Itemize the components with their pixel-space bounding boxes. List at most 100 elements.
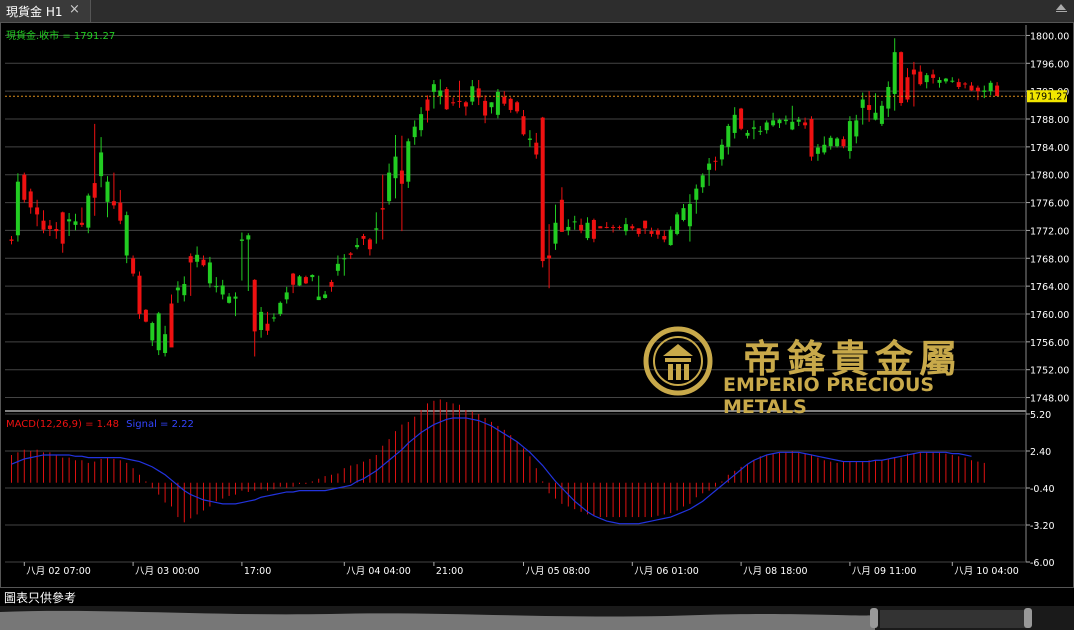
- candle-body: [60, 212, 65, 244]
- candle: [355, 238, 360, 250]
- price-tick-label: 1776.00: [1030, 199, 1069, 210]
- signal-label: Signal = 2.22: [126, 419, 194, 430]
- candles: [9, 38, 1000, 357]
- candle-body: [790, 121, 795, 130]
- candle: [918, 65, 923, 86]
- candle-body: [207, 262, 212, 284]
- candle: [828, 135, 833, 150]
- candle: [175, 281, 180, 303]
- candle-body: [67, 219, 72, 222]
- candle: [431, 80, 436, 109]
- candle: [860, 92, 865, 125]
- candle-body: [719, 144, 724, 160]
- candle-body: [911, 69, 916, 75]
- candle-body: [643, 220, 648, 229]
- candle-body: [111, 201, 116, 206]
- candle-body: [380, 208, 385, 210]
- candle: [86, 193, 91, 234]
- macd-tick-label: 2.40: [1030, 447, 1051, 458]
- candle: [643, 220, 648, 234]
- candle-body: [387, 172, 392, 202]
- candle: [764, 120, 769, 134]
- candle-body: [470, 86, 475, 102]
- candle-body: [847, 121, 852, 152]
- candle: [169, 294, 174, 348]
- candle-body: [534, 142, 539, 155]
- candle-body: [291, 273, 296, 285]
- candle-body: [156, 313, 161, 351]
- candle: [35, 199, 40, 227]
- candle-body: [892, 52, 897, 94]
- candle-body: [329, 281, 334, 287]
- candle: [92, 123, 97, 216]
- candle-body: [86, 195, 91, 228]
- candle-body: [854, 120, 859, 137]
- candle: [79, 207, 84, 227]
- candle-body: [963, 83, 968, 85]
- time-axis: 八月 02 07:00 八月 03 00:00 17:00 八月 04 04:00 21…: [23, 562, 1019, 577]
- candle-body: [444, 89, 449, 110]
- candle: [143, 309, 148, 323]
- candle: [252, 279, 257, 357]
- time-tick-label: 八月 10 04:00: [954, 566, 1019, 577]
- candle-body: [489, 102, 494, 108]
- candle: [899, 51, 904, 106]
- candle: [508, 97, 513, 113]
- candle-body: [758, 130, 763, 132]
- candle: [163, 325, 168, 357]
- candle: [559, 187, 564, 232]
- chart-scrollbar[interactable]: [0, 606, 1074, 630]
- candle: [732, 107, 737, 139]
- candle: [111, 172, 116, 209]
- candle-body: [79, 222, 84, 225]
- candle-body: [860, 99, 865, 108]
- candle-body: [425, 99, 430, 111]
- candle-body: [355, 245, 360, 248]
- candle-body: [687, 203, 692, 227]
- candle-body: [143, 309, 148, 322]
- candle: [636, 228, 641, 237]
- candle: [15, 173, 20, 242]
- candle-body: [502, 96, 507, 104]
- close-icon[interactable]: ×: [69, 2, 80, 17]
- candle: [963, 82, 968, 89]
- macd-tick-label: -6.00: [1030, 558, 1055, 569]
- macd-label: MACD(12,26,9) = 1.48: [6, 419, 119, 430]
- candle-body: [188, 256, 193, 263]
- candle: [67, 213, 72, 236]
- candle-body: [220, 285, 225, 295]
- candle-body: [924, 75, 929, 83]
- candle: [476, 80, 481, 106]
- candle: [630, 224, 635, 231]
- candle: [361, 233, 366, 246]
- candle: [374, 212, 379, 244]
- candle-body: [521, 116, 526, 135]
- price-tick-label: 1796.00: [1030, 59, 1069, 70]
- candle-body: [527, 138, 532, 140]
- candle: [124, 211, 129, 264]
- price-tick-label: 1756.00: [1030, 338, 1069, 349]
- scrollbar-left-handle[interactable]: [870, 608, 878, 628]
- candle: [790, 105, 795, 131]
- candle-body: [451, 102, 456, 104]
- candle-body: [623, 224, 628, 232]
- candle-body: [988, 82, 993, 92]
- price-chart[interactable]: 1800.001796.001792.001788.001784.001780.…: [0, 22, 1074, 588]
- candle: [412, 120, 417, 145]
- candle-body: [265, 323, 270, 331]
- candle-body: [559, 199, 564, 232]
- macd-axis: 5.20 2.40 -0.40 -3.20 -6.00: [1026, 410, 1055, 569]
- candle: [156, 311, 161, 356]
- candle-body: [982, 90, 987, 92]
- candle: [835, 137, 840, 148]
- scroll-up-icon[interactable]: [1056, 4, 1066, 10]
- price-tick-label: 1748.00: [1030, 394, 1069, 405]
- time-tick-label: 八月 06 01:00: [634, 566, 699, 577]
- candle-body: [713, 160, 718, 162]
- price-axis: 1800.001796.001792.001788.001784.001780.…: [1026, 31, 1069, 405]
- candle-body: [822, 144, 827, 153]
- candle: [41, 210, 46, 234]
- scrollbar-right-handle[interactable]: [1024, 608, 1032, 628]
- candle-body: [399, 170, 404, 184]
- tab-chart-spot-gold-h1[interactable]: 現貨金 H1 ×: [0, 0, 91, 22]
